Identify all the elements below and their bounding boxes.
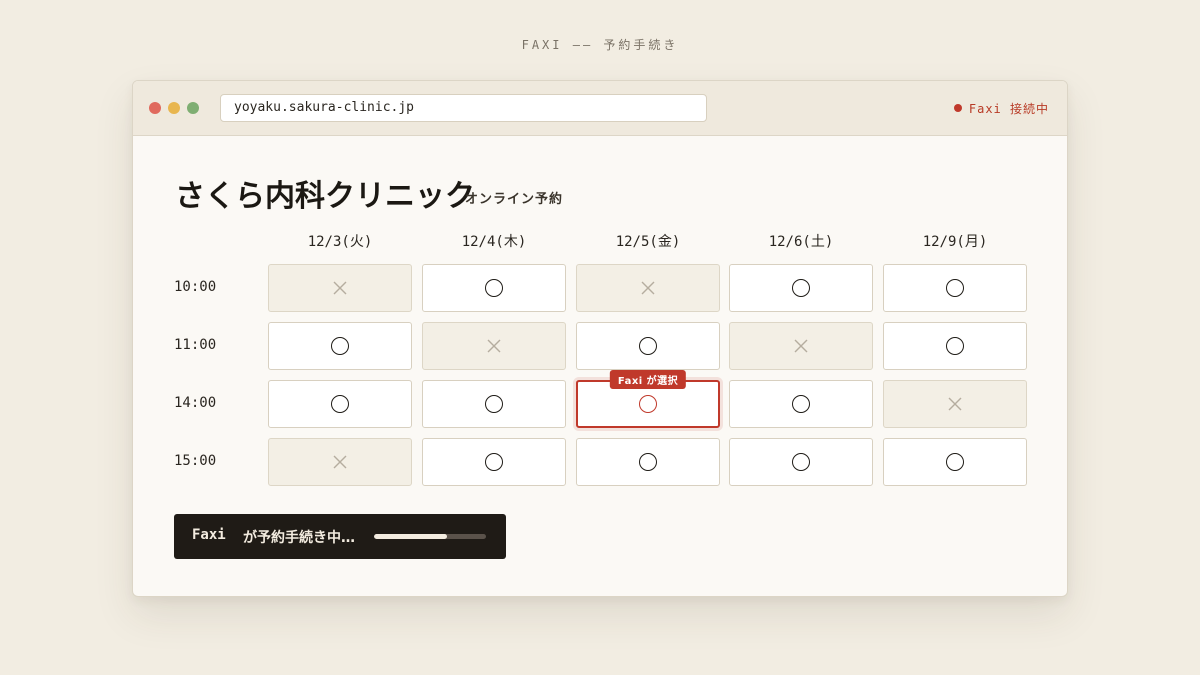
unavailable-slot [268, 264, 412, 312]
browser-titlebar: yoyaku.sakura-clinic.jp Faxi 接続中 [133, 81, 1067, 136]
circle-icon [639, 395, 657, 413]
circle-icon [485, 279, 503, 297]
circle-icon [639, 337, 657, 355]
available-slot[interactable] [576, 438, 720, 486]
circle-icon [792, 395, 810, 413]
clinic-subtitle: オンライン予約 [465, 192, 564, 207]
close-window-button[interactable] [149, 102, 161, 114]
time-label: 14:00 [174, 395, 217, 411]
cross-icon [641, 281, 655, 295]
day-header: 12/9(月) [922, 234, 988, 250]
progress-panel: Faxi が予約手続き中… [174, 514, 506, 559]
day-header: 12/5(金) [615, 234, 681, 250]
circle-icon [792, 453, 810, 471]
unavailable-slot [422, 322, 566, 370]
maximize-window-button[interactable] [187, 102, 199, 114]
circle-icon [331, 395, 349, 413]
minimize-window-button[interactable] [168, 102, 180, 114]
time-label: 11:00 [174, 337, 217, 353]
circle-icon [946, 279, 964, 297]
available-slot[interactable] [729, 380, 873, 428]
status-dot-icon [953, 104, 962, 112]
available-slot[interactable] [268, 380, 412, 428]
selection-badge: Faxi が選択 [609, 370, 687, 389]
circle-icon [485, 453, 503, 471]
progress-bar-fill [374, 534, 447, 539]
progress-status-text: が予約手続き中… [243, 530, 355, 546]
circle-icon [485, 395, 503, 413]
available-slot[interactable] [883, 322, 1027, 370]
browser-window: yoyaku.sakura-clinic.jp Faxi 接続中 さくら内科クリ… [132, 80, 1068, 597]
cross-icon [948, 397, 962, 411]
unavailable-slot [268, 438, 412, 486]
day-header: 12/3(火) [307, 234, 373, 250]
available-slot[interactable] [883, 438, 1027, 486]
cross-icon [333, 281, 347, 295]
day-header: 12/4(木) [461, 234, 527, 250]
cross-icon [333, 455, 347, 469]
available-slot[interactable] [729, 438, 873, 486]
available-slot[interactable] [576, 322, 720, 370]
progress-agent-name: Faxi [192, 527, 226, 543]
available-slot[interactable] [422, 438, 566, 486]
circle-icon [792, 279, 810, 297]
time-label: 10:00 [174, 279, 217, 295]
day-header: 12/6(土) [768, 234, 834, 250]
cross-icon [487, 339, 501, 353]
available-slot[interactable] [422, 264, 566, 312]
available-slot[interactable] [422, 380, 566, 428]
clinic-title: さくら内科クリニック [175, 179, 475, 214]
connection-status: Faxi 接続中 [953, 99, 1049, 117]
selected-slot[interactable]: Faxi が選択 [576, 370, 720, 428]
unavailable-slot [576, 264, 720, 312]
available-slot[interactable] [883, 264, 1027, 312]
address-bar[interactable]: yoyaku.sakura-clinic.jp [220, 94, 707, 122]
circle-icon [946, 337, 964, 355]
circle-icon [639, 453, 657, 471]
progress-bar [374, 534, 486, 539]
circle-icon [331, 337, 349, 355]
available-slot[interactable] [268, 322, 412, 370]
time-label: 15:00 [174, 453, 217, 469]
unavailable-slot [883, 380, 1027, 428]
connection-status-label: Faxi 接続中 [968, 101, 1049, 116]
available-slot[interactable] [729, 264, 873, 312]
cross-icon [794, 339, 808, 353]
page-header: FAXI —— 予約手続き [521, 38, 679, 52]
circle-icon [946, 453, 964, 471]
unavailable-slot [729, 322, 873, 370]
